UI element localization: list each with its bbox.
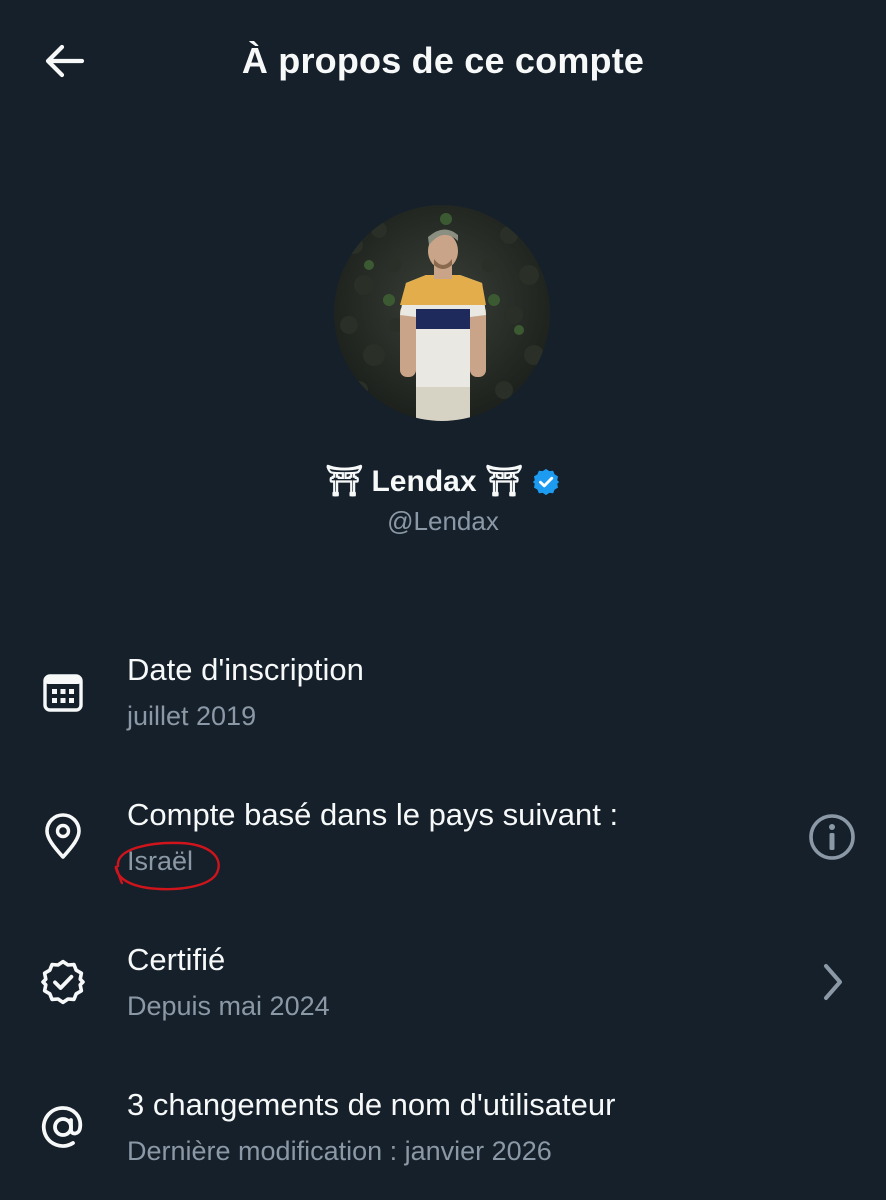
red-circle-annotation [114,841,220,891]
verified-outline-icon [37,956,89,1008]
info-icon [809,814,855,860]
chevron-right-icon [824,964,842,1000]
joined-date-label: Date d'inscription [127,652,364,687]
avatar-photo [334,205,550,421]
display-name-row: ⛩ Lendax ⛩ [0,462,886,502]
verified-badge-icon [532,468,560,496]
display-name: ⛩ Lendax ⛩ [325,465,523,498]
at-sign-icon [37,1101,89,1153]
avatar[interactable] [334,205,550,421]
page-title: À propos de ce compte [241,40,645,81]
username-changes-label: 3 changements de nom d'utilisateur [127,1087,616,1122]
username-last-change-value: Dernière modification : janvier 2026 [127,1136,552,1166]
verified-row[interactable]: Certifié Depuis mai 2024 [0,930,886,1040]
calendar-icon [37,666,89,718]
location-pin-icon [37,811,89,863]
joined-date-row: Date d'inscription juillet 2019 [0,640,886,750]
about-account-page: À propos de ce compte ⛩ Lendax ⛩ @Lendax… [0,0,886,1200]
joined-date-value: juillet 2019 [127,701,257,731]
verified-label: Certifié [127,942,226,977]
username-changes-row: 3 changements de nom d'utilisateur Derni… [0,1075,886,1185]
verified-since-value: Depuis mai 2024 [127,991,330,1021]
username-handle: @Lendax [387,506,499,536]
verified-details-button[interactable] [804,954,860,1010]
account-country-label: Compte basé dans le pays suivant : [127,797,619,832]
info-button[interactable] [804,809,860,865]
